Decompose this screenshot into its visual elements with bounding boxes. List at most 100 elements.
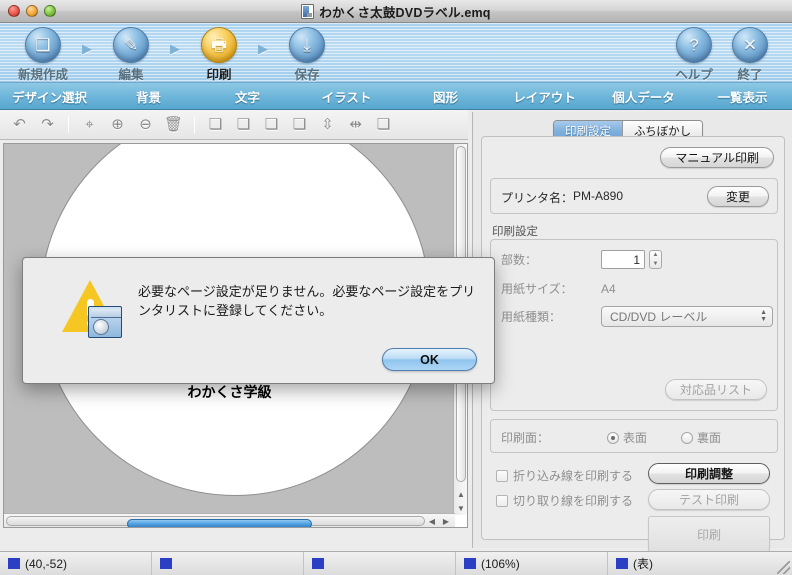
fold-line-checkbox[interactable]: 折り込み線を印刷する: [496, 467, 633, 484]
edit-icon: ✎: [113, 27, 149, 63]
dialog-message: 必要なページ設定が足りません。必要なページ設定をプリンタリストに登録してください…: [138, 284, 476, 318]
print-icon: 🖶: [201, 27, 237, 63]
close-window-button[interactable]: [8, 5, 20, 17]
step-label: 印刷: [206, 68, 232, 82]
undo-icon[interactable]: ↶: [10, 115, 29, 134]
bring-forward-icon[interactable]: ❏: [234, 115, 253, 134]
paper-size-label: 用紙サイズ：: [501, 282, 573, 296]
radio-front-icon[interactable]: [607, 431, 619, 444]
paper-type-select[interactable]: CD/DVD レーベル ▲ ▼: [601, 306, 773, 327]
horizontal-scroll-thumb[interactable]: [127, 519, 312, 527]
align-vertical-icon[interactable]: ⇳: [318, 115, 337, 134]
status-object-move: [304, 551, 456, 575]
step-toolbar: ❑ 新規作成 ▶ ✎ 編集 ▶ 🖶 印刷 ▶ ⤓ 保存 ? ヘルプ ✕ 終了: [0, 23, 792, 83]
status-print-side: (表): [608, 552, 760, 575]
window-controls: [8, 5, 56, 17]
print-settings-group-title: 印刷設定: [492, 226, 538, 238]
object-move-icon: [312, 558, 324, 569]
help-glyph: ?: [689, 35, 699, 55]
step-label: 新規作成: [17, 68, 68, 82]
tab-list-view[interactable]: 一覧表示: [693, 87, 792, 106]
printer-group: プリンタ名： PM-A890 変更: [490, 178, 778, 214]
window-title: わかくさ太鼓DVDラベル.emq: [319, 6, 491, 20]
auto-zoom-icon[interactable]: ⌖: [80, 115, 99, 134]
resize-grip[interactable]: [777, 561, 790, 574]
help-button[interactable]: ? ヘルプ: [666, 27, 722, 83]
minimize-window-button[interactable]: [26, 5, 38, 17]
page-setup-warning-dialog: 必要なページ設定が足りません。必要なページ設定をプリンタリストに登録してください…: [22, 257, 495, 384]
status-object-select: [152, 551, 304, 575]
paper-type-value: CD/DVD レーベル: [610, 310, 708, 324]
tab-illustration[interactable]: イラスト: [297, 87, 396, 106]
print-button[interactable]: 印刷: [648, 516, 770, 552]
redo-icon[interactable]: ↷: [38, 115, 57, 134]
cd-label-text[interactable]: わかくさ学級: [4, 382, 455, 402]
step-save[interactable]: ⤓ 保存: [276, 27, 338, 83]
test-print-button[interactable]: テスト印刷: [648, 489, 770, 510]
zoom-out-icon[interactable]: ⊖: [136, 115, 155, 134]
edit-icon-toolbar: ↶ ↷ ⌖ ⊕ ⊖ 🗑 ❏ ❏ ❏ ❏ ⇳ ⇹ ❏: [0, 110, 468, 140]
printer-name-label: プリンタ名：: [501, 191, 574, 205]
exit-glyph: ✕: [742, 35, 758, 55]
tab-text[interactable]: 文字: [198, 87, 297, 106]
scroll-down-icon[interactable]: ▼: [457, 504, 465, 513]
stepper-down-icon[interactable]: ▼: [653, 261, 659, 267]
horizontal-scroll-track[interactable]: [6, 516, 425, 527]
bring-to-front-icon[interactable]: ❏: [206, 115, 225, 134]
print-side-front-radio[interactable]: 表面: [607, 429, 647, 446]
zoom-value: (106%): [481, 556, 520, 571]
paper-size-row: 用紙サイズ： A4: [501, 280, 616, 297]
status-coordinates: (40,-52): [0, 551, 152, 575]
dialog-ok-button[interactable]: OK: [382, 348, 477, 371]
step-list: ❑ 新規作成 ▶ ✎ 編集 ▶ 🖶 印刷 ▶ ⤓ 保存: [12, 27, 338, 83]
step-arrow-icon: ▶: [258, 41, 268, 56]
chevron-updown-icon: ▲ ▼: [760, 309, 767, 323]
checkbox-fold-line-icon[interactable]: [496, 469, 508, 482]
vertical-scroll-arrows[interactable]: ▲ ▼: [454, 487, 467, 515]
group-icon[interactable]: ❏: [374, 115, 393, 134]
printer-name-value: PM-A890: [573, 189, 624, 203]
tab-personal-data[interactable]: 個人データ: [594, 87, 693, 106]
coordinates-value: (40,-52): [25, 556, 68, 571]
scroll-up-icon[interactable]: ▲: [457, 490, 465, 499]
zoom-window-button[interactable]: [44, 5, 56, 17]
exit-button[interactable]: ✕ 終了: [722, 27, 778, 83]
horizontal-scroll-arrows[interactable]: ◀ ▶: [425, 515, 453, 527]
supported-media-list-button[interactable]: 対応品リスト: [664, 379, 767, 400]
print-adjust-button[interactable]: 印刷調整: [648, 463, 770, 484]
tab-background[interactable]: 背景: [99, 87, 198, 106]
step-print[interactable]: 🖶 印刷: [188, 27, 250, 83]
stepper-up-icon[interactable]: ▲: [653, 252, 659, 258]
toolbar-right-buttons: ? ヘルプ ✕ 終了: [666, 27, 778, 83]
checkbox-cut-line-icon[interactable]: [496, 494, 508, 507]
copies-input[interactable]: 1: [601, 250, 645, 269]
cut-line-label: 切り取り線を印刷する: [513, 494, 634, 508]
paper-size-value: A4: [601, 281, 616, 296]
send-to-back-icon[interactable]: ❏: [290, 115, 309, 134]
application-badge-icon: [88, 306, 122, 338]
print-settings-group: 部数： 1 ▲ ▼ 用紙サイズ： A4 用紙種類： CD/DVD レーベル ▲ ▼: [490, 239, 778, 411]
step-new-document[interactable]: ❑ 新規作成: [12, 27, 74, 83]
save-icon: ⤓: [289, 27, 325, 63]
zoom-in-icon[interactable]: ⊕: [108, 115, 127, 134]
scroll-left-icon[interactable]: ◀: [429, 517, 435, 526]
copies-stepper[interactable]: ▲ ▼: [649, 250, 662, 269]
send-backward-icon[interactable]: ❏: [262, 115, 281, 134]
scroll-right-icon[interactable]: ▶: [443, 517, 449, 526]
delete-trash-icon[interactable]: 🗑: [164, 115, 183, 134]
change-printer-button[interactable]: 変更: [706, 186, 769, 207]
tab-shape[interactable]: 図形: [396, 87, 495, 106]
print-side-back-radio[interactable]: 裏面: [681, 429, 721, 446]
tab-design-select[interactable]: デザイン選択: [0, 87, 99, 106]
print-side-group: 印刷面： 表面 裏面: [490, 419, 778, 453]
print-side-value: (表): [633, 557, 653, 571]
main-tab-strip: デザイン選択 背景 文字 イラスト 図形 レイアウト 個人データ 一覧表示: [0, 83, 792, 110]
align-horizontal-icon[interactable]: ⇹: [346, 115, 365, 134]
radio-back-icon[interactable]: [681, 431, 693, 444]
manual-print-button[interactable]: マニュアル印刷: [660, 147, 774, 168]
cut-line-checkbox[interactable]: 切り取り線を印刷する: [496, 492, 633, 509]
tab-layout[interactable]: レイアウト: [495, 87, 594, 106]
step-arrow-icon: ▶: [170, 41, 180, 56]
step-edit[interactable]: ✎ 編集: [100, 27, 162, 83]
canvas-horizontal-scrollbar[interactable]: ◀ ▶: [4, 513, 455, 527]
